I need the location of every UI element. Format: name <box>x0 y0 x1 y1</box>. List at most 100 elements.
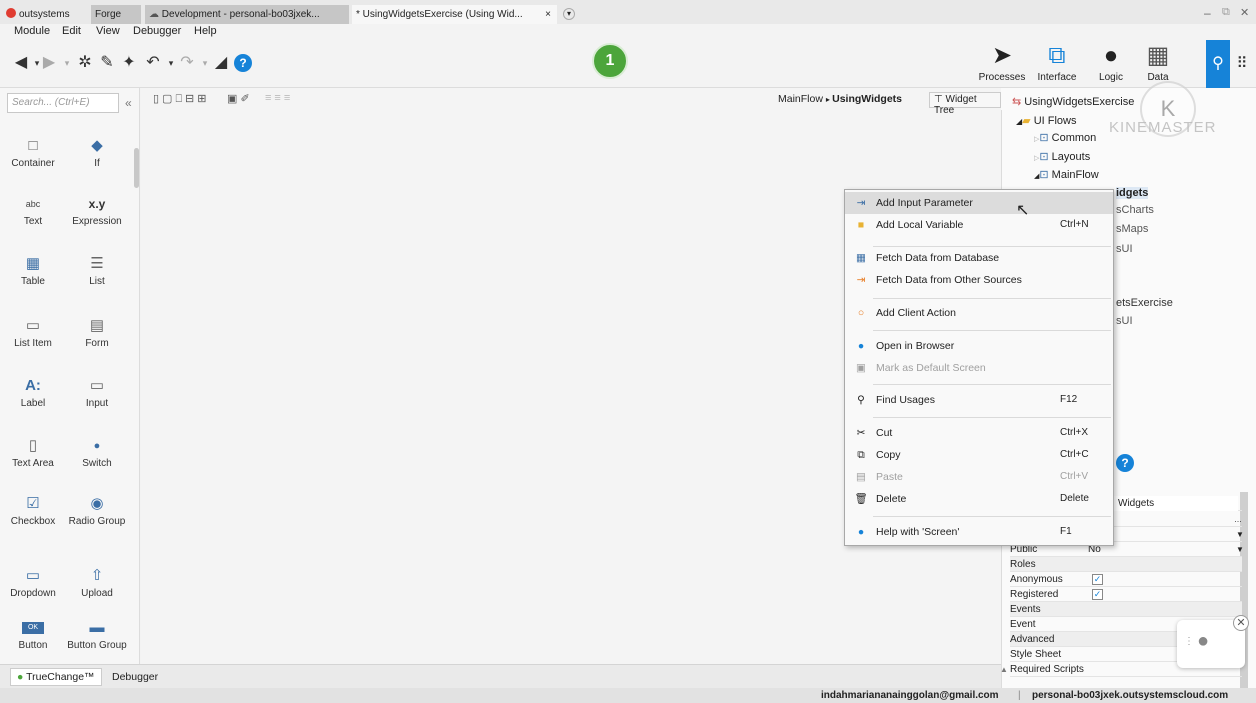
tab-dropdown-button[interactable]: ▾ <box>563 8 575 20</box>
anonymous-checkbox[interactable]: ✓ <box>1092 574 1103 585</box>
widget-expression[interactable]: x.y Expression <box>66 192 128 227</box>
widget-label: Container <box>11 158 55 169</box>
tree-mainflow[interactable]: ◢⊡ MainFlow <box>1034 168 1099 181</box>
menu-open-in-browser[interactable]: ● Open in Browser <box>845 335 1113 357</box>
widget-dropdown[interactable]: ▭ Dropdown <box>2 564 64 599</box>
publish-icon[interactable]: ◢ <box>212 54 230 72</box>
search-icon[interactable]: ⚲ <box>1206 40 1230 88</box>
prop-name-value[interactable]: Widgets <box>1114 496 1238 511</box>
prop-section-events: Events <box>1010 602 1242 617</box>
drag-handle-icon[interactable]: ⋮ <box>1184 636 1194 647</box>
toolbox-scrollbar[interactable] <box>134 148 139 188</box>
menu-view[interactable]: View <box>96 25 120 37</box>
help-icon[interactable]: ? <box>234 54 252 72</box>
breadcrumb-screen[interactable]: UsingWidgets <box>832 93 902 105</box>
minimize-button[interactable]: – <box>1204 6 1211 20</box>
widget-if[interactable]: ◆ If <box>66 134 128 169</box>
breadcrumb-flow[interactable]: MainFlow <box>778 93 823 105</box>
widget-list-item[interactable]: ▭ List Item <box>2 314 64 349</box>
tree-item[interactable]: sUI <box>1116 315 1133 327</box>
widget-text[interactable]: abc Text <box>2 192 64 227</box>
collapse-icon[interactable]: « <box>125 96 132 110</box>
close-icon[interactable]: ✕ <box>1233 615 1249 631</box>
apps-grid-icon[interactable]: ⠿ <box>1232 54 1252 72</box>
debug-icon[interactable]: ✎ <box>98 54 116 72</box>
widget-checkbox[interactable]: ☑ Checkbox <box>2 492 64 527</box>
watermark-text: KINEMASTER <box>1109 119 1217 136</box>
menu-fetch-data-from-database[interactable]: ▦ Fetch Data from Database <box>845 247 1113 269</box>
tree-item[interactable]: etsExercise <box>1116 297 1173 309</box>
tab-development[interactable]: ☁ Development - personal-bo03jxek... <box>145 5 349 24</box>
widget-table[interactable]: ▦ Table <box>2 252 64 287</box>
align-icons[interactable]: ≡≡≡ <box>265 92 293 104</box>
menu-fetch-data-from-other-sources[interactable]: ⇥ Fetch Data from Other Sources <box>845 269 1113 291</box>
chat-icon[interactable]: ● <box>1197 630 1209 653</box>
help-icon[interactable]: ? <box>1116 454 1134 472</box>
tab-using-widgets-exercise[interactable]: * UsingWidgetsExercise (Using Wid... × <box>352 5 557 24</box>
chevron-down-icon[interactable]: ▼ <box>1236 542 1244 557</box>
widget-tree-button[interactable]: ⊤ Widget Tree <box>929 92 1001 116</box>
widget-button-group[interactable]: ▬ Button Group <box>66 616 128 669</box>
tree-layouts[interactable]: ▷⊡ Layouts <box>1034 150 1090 163</box>
redo-icon[interactable]: ↷ <box>178 54 196 72</box>
widget-input[interactable]: ▭ Input <box>66 374 128 409</box>
widget-form[interactable]: ▤ Form <box>66 314 128 349</box>
widget-text-area[interactable]: ▯ Text Area <box>2 434 64 469</box>
gear-icon[interactable]: ✲ <box>76 54 94 72</box>
mode-label: Processes <box>978 72 1026 83</box>
widget-button[interactable]: OK Button <box>2 616 64 651</box>
interface-tab[interactable]: ⧉ Interface <box>1032 40 1082 88</box>
style-icons[interactable]: ▣ ✐ <box>227 92 250 105</box>
widget-upload[interactable]: ⇧ Upload <box>66 564 128 599</box>
widget-switch[interactable]: ● Switch <box>66 434 128 469</box>
search-input[interactable]: Search... (Ctrl+E) <box>7 93 119 113</box>
close-icon[interactable]: × <box>545 5 551 24</box>
tree-item[interactable]: sMaps <box>1116 223 1148 235</box>
tree-root[interactable]: ⇆ UsingWidgetsExercise <box>1012 95 1134 108</box>
chevron-down-icon[interactable]: ▾ <box>58 54 76 72</box>
menu-delete[interactable]: 🗑 Delete Delete <box>845 488 1113 510</box>
dropdown-icon: ▭ <box>25 567 41 584</box>
menu-paste[interactable]: ▤ Paste Ctrl+V <box>845 466 1113 488</box>
device-preview-icons[interactable]: ▯▢⎕⊟⊞ <box>153 92 209 106</box>
ellipsis-icon[interactable]: … <box>1234 512 1242 527</box>
tree-common[interactable]: ▷⊡ Common <box>1034 131 1096 144</box>
button-icon: OK <box>22 622 44 634</box>
widget-list[interactable]: ☰ List <box>66 252 128 287</box>
menu-cut[interactable]: ✂ Cut Ctrl+X <box>845 422 1113 444</box>
chevron-down-icon[interactable]: ▼ <box>1236 527 1244 542</box>
menu-add-local-variable[interactable]: ■ Add Local Variable Ctrl+N <box>845 214 1113 236</box>
menu-copy[interactable]: ⧉ Copy Ctrl+C <box>845 444 1113 466</box>
menu-find-usages[interactable]: ⚲ Find Usages F12 <box>845 389 1113 411</box>
processes-tab[interactable]: ➤ Processes <box>976 40 1028 88</box>
tree-item[interactable]: sCharts <box>1116 204 1154 216</box>
menu-shortcut: Ctrl+V <box>1060 471 1089 482</box>
menu-module[interactable]: Module <box>14 25 50 37</box>
tab-outsystems[interactable]: outsystems <box>2 5 88 24</box>
tab-truechange[interactable]: ● TrueChange™ <box>10 668 102 686</box>
tree-screen-using-widgets[interactable]: idgets <box>1116 187 1149 199</box>
widget-container[interactable]: □ Container <box>2 134 64 169</box>
tree-item[interactable]: sUI <box>1116 243 1133 255</box>
menu-edit[interactable]: Edit <box>62 25 81 37</box>
tree-label: idgets <box>1116 187 1149 199</box>
menu-mark-as-default-screen[interactable]: ▣ Mark as Default Screen <box>845 357 1113 379</box>
close-window-button[interactable]: ✕ <box>1240 6 1249 19</box>
tab-forge[interactable]: Forge <box>91 5 141 24</box>
tab-debugger[interactable]: Debugger <box>112 671 158 683</box>
menu-debugger[interactable]: Debugger <box>133 25 181 37</box>
forward-icon[interactable]: ▶ <box>40 54 58 72</box>
widget-label[interactable]: A: Label <box>2 374 64 409</box>
undo-icon[interactable]: ↶ <box>144 54 162 72</box>
menu-add-client-action[interactable]: ○ Add Client Action <box>845 302 1113 324</box>
menu-help-with-screen[interactable]: ● Help with 'Screen' F1 <box>845 521 1113 543</box>
breakpoint-icon[interactable]: ✦ <box>120 54 138 72</box>
menu-help[interactable]: Help <box>194 25 217 37</box>
menu-add-input-parameter[interactable]: ⇥ Add Input Parameter <box>845 192 1113 214</box>
registered-checkbox[interactable]: ✓ <box>1092 589 1103 600</box>
widget-radio-group[interactable]: ◉ Radio Group <box>66 492 128 527</box>
tree-label: sUI <box>1116 243 1133 255</box>
logic-tab[interactable]: ● Logic <box>1090 40 1132 88</box>
tree-ui-flows[interactable]: ◢▰ UI Flows <box>1016 114 1076 127</box>
restore-button[interactable]: ⧉ <box>1222 6 1230 19</box>
